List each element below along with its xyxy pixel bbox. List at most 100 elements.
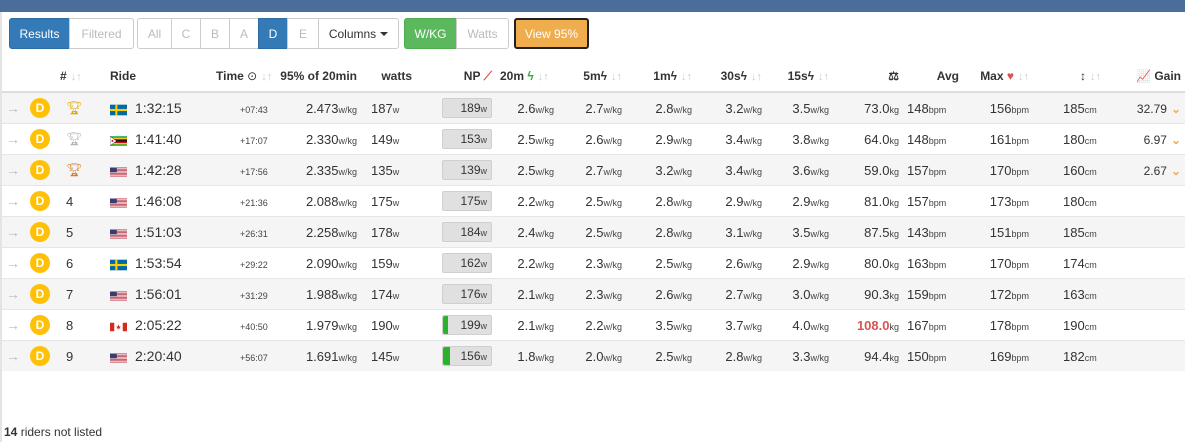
view-95-button[interactable]: View 95% — [514, 18, 589, 49]
columns-dropdown[interactable]: Columns — [318, 18, 399, 49]
header-gain[interactable]: 📈 Gain — [1105, 61, 1185, 93]
time-gap: +29:22 — [240, 259, 268, 270]
s30-value: 2.7 — [725, 286, 744, 302]
unit: kg — [889, 135, 899, 146]
s30-value: 2.6 — [725, 255, 744, 271]
chevron-down-icon[interactable]: ⌄ — [1171, 102, 1181, 116]
unit: bpm — [928, 228, 947, 239]
np-pill: 184w — [442, 222, 492, 242]
s30-value: 3.7 — [725, 317, 744, 333]
unit: w/kg — [673, 166, 692, 177]
table-row[interactable]: → D 🏆︎ 1:41:40 +17:07 2.330w/kg 149w 153w 2.5w/k… — [2, 123, 1185, 155]
unit: w/kg — [810, 321, 829, 332]
bolt-icon: ϟ — [670, 69, 677, 83]
header-max[interactable]: Max ♥ ↓↑ — [963, 61, 1033, 93]
header-height[interactable]: ↕ ↓↑ — [1033, 61, 1105, 93]
header-np[interactable]: NP ⟋ — [416, 61, 496, 93]
arrow-right-icon: → — [6, 317, 20, 333]
header-rider[interactable]: Ride — [106, 61, 216, 93]
header-5m[interactable]: 5mϟ ↓↑ — [558, 61, 626, 93]
unit: w — [392, 228, 400, 239]
unit: w/kg — [603, 352, 622, 363]
unit: w/kg — [743, 352, 762, 363]
sort-icon: ↓↑ — [261, 71, 273, 83]
header-p95[interactable]: 95% of 20min — [266, 61, 361, 93]
table-row[interactable]: → D 6 1:53:54 +29:22 2.090w/kg 159w 162w 2.2w/kg… — [2, 247, 1185, 279]
m1-value: 2.6 — [655, 286, 674, 302]
unit: kg — [889, 290, 899, 301]
unit: kg — [889, 321, 899, 332]
p95-value: 2.090 — [305, 255, 339, 271]
table-row[interactable]: → D 8 2:05:22 +40:50 1.979w/kg 190w 199w 2.1w/kg… — [2, 309, 1185, 341]
position: 6 — [66, 255, 74, 271]
watts-value: 135 — [371, 162, 393, 178]
unit: bpm — [1011, 290, 1029, 301]
np-value: 189 — [460, 101, 481, 115]
cat-b-button[interactable]: B — [200, 18, 230, 49]
filtered-button[interactable]: Filtered — [69, 18, 134, 49]
np-value: 175 — [460, 194, 481, 208]
p95-value: 2.258 — [305, 224, 339, 240]
caret-down-icon — [380, 31, 389, 36]
chevron-down-icon[interactable]: ⌄ — [1171, 164, 1181, 178]
m20-value: 2.4 — [517, 224, 536, 240]
unit: w/kg — [338, 352, 357, 363]
m5-value: 2.3 — [585, 255, 604, 271]
unit: w — [480, 197, 488, 207]
s30-value: 3.2 — [725, 100, 744, 116]
unit: w/kg — [603, 166, 622, 177]
unit: w/kg — [338, 321, 357, 332]
unit: cm — [1084, 166, 1097, 177]
p95-value: 1.979 — [305, 317, 339, 333]
cat-d-button[interactable]: D — [258, 18, 288, 49]
unit: bpm — [1011, 321, 1029, 332]
unit: cm — [1084, 197, 1097, 208]
unit: w/kg — [743, 321, 762, 332]
height-value: 180 — [1063, 131, 1085, 147]
position: 9 — [66, 348, 74, 364]
wkg-button[interactable]: W/KG — [404, 18, 457, 49]
header-watts[interactable]: watts — [361, 61, 416, 93]
time-gap: +17:56 — [240, 166, 268, 177]
cat-c-button[interactable]: C — [171, 18, 201, 49]
cat-a-button[interactable]: A — [229, 18, 259, 49]
max-hr-value: 178 — [989, 317, 1012, 333]
results-button[interactable]: Results — [9, 18, 70, 49]
category-badge: D — [30, 346, 50, 366]
s15-value: 2.9 — [792, 193, 811, 209]
cat-all-button[interactable]: All — [137, 18, 172, 49]
m1-value: 3.2 — [655, 162, 674, 178]
np-pill: 162w — [442, 253, 492, 273]
header-time[interactable]: Time ⊙ ↓↑ — [216, 61, 272, 93]
unit: w/kg — [338, 135, 357, 146]
arrow-right-icon: → — [6, 162, 20, 178]
table-row[interactable]: → D 7 1:56:01 +31:29 1.988w/kg 174w 176w 2.1w/kg… — [2, 278, 1185, 310]
np-pill: 156w — [442, 346, 492, 366]
table-row[interactable]: → D 4 1:46:08 +21:36 2.088w/kg 175w 175w 2.2w/kg… — [2, 185, 1185, 217]
table-row[interactable]: → D 🏆︎ 1:42:28 +17:56 2.335w/kg 135w 139w 2.5w/k… — [2, 154, 1185, 186]
unit: w/kg — [743, 259, 762, 270]
header-15s[interactable]: 15sϟ ↓↑ — [766, 61, 833, 93]
unit: w/kg — [673, 228, 692, 239]
table-row[interactable]: → D 🏆︎ 1:32:15 +07:43 2.473w/kg 187w 189w 2.6w/k… — [2, 91, 1185, 124]
watts-button[interactable]: Watts — [456, 18, 509, 49]
table-row[interactable]: → D 5 1:51:03 +26:31 2.258w/kg 178w 184w 2.4w/kg… — [2, 216, 1185, 248]
header-1m[interactable]: 1mϟ ↓↑ — [626, 61, 696, 93]
chevron-down-icon[interactable]: ⌄ — [1171, 133, 1181, 147]
header-weight[interactable]: ⚖ — [833, 61, 903, 93]
unit: w/kg — [535, 197, 554, 208]
header-30s[interactable]: 30sϟ ↓↑ — [696, 61, 766, 93]
unit: w/kg — [673, 321, 692, 332]
header-pos[interactable]: # ↓↑ — [56, 61, 106, 93]
weight-value: 59.0 — [864, 162, 890, 178]
unit: kg — [889, 228, 899, 239]
np-value: 176 — [460, 287, 481, 301]
header-avg[interactable]: Avg — [903, 61, 963, 93]
header-20m[interactable]: 20m ϟ ↓↑ — [496, 61, 558, 93]
unit: w/kg — [810, 352, 829, 363]
unit: w/kg — [338, 197, 357, 208]
unit: w — [392, 290, 400, 301]
table-row[interactable]: → D 9 2:20:40 +56:07 1.691w/kg 145w 156w 1.8w/kg… — [2, 340, 1185, 371]
arrow-right-icon: → — [6, 255, 20, 271]
cat-e-button[interactable]: E — [287, 18, 319, 49]
